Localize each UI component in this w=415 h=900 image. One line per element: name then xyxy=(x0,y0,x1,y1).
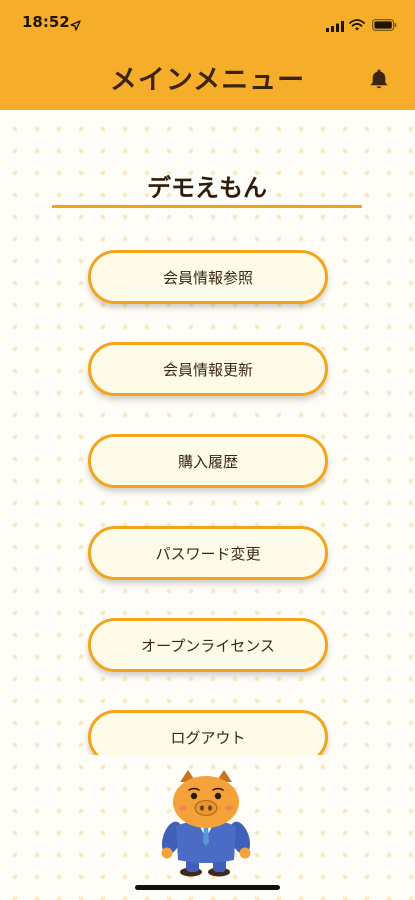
mascot-illustration xyxy=(158,768,254,882)
menu-list: 会員情報参照 会員情報更新 購入履歴 パスワード変更 オープンライセンス ログア… xyxy=(0,0,415,755)
open-license-button[interactable]: オープンライセンス xyxy=(88,618,328,672)
logout-button[interactable]: ログアウト xyxy=(88,710,328,755)
member-info-view-button[interactable]: 会員情報参照 xyxy=(88,250,328,304)
home-indicator[interactable] xyxy=(135,885,280,890)
member-info-update-button[interactable]: 会員情報更新 xyxy=(88,342,328,396)
password-change-button[interactable]: パスワード変更 xyxy=(88,526,328,580)
purchase-history-button[interactable]: 購入履歴 xyxy=(88,434,328,488)
